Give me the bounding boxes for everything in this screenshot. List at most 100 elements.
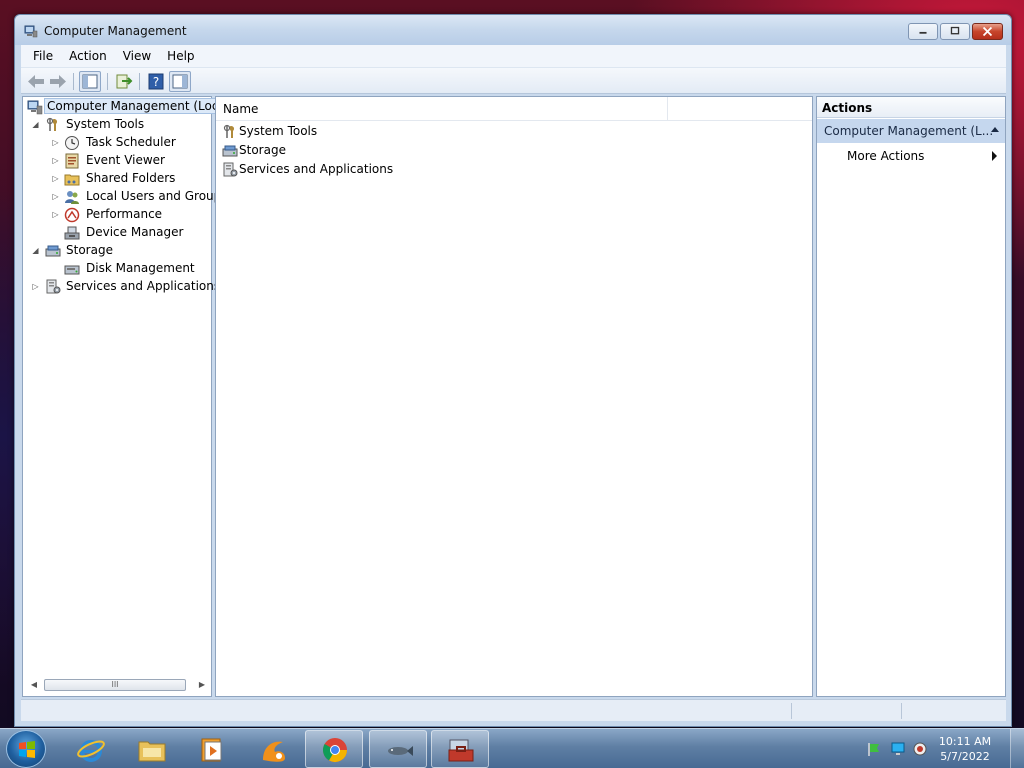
list-item-label: System Tools xyxy=(239,124,318,138)
results-pane[interactable]: Name System Tools Storage Services and A… xyxy=(215,96,813,697)
help-icon: ? xyxy=(148,73,164,90)
taskbar-internet-explorer[interactable] xyxy=(61,730,119,768)
scroll-thumb[interactable]: III xyxy=(44,679,186,691)
toolbar-separator xyxy=(73,73,74,90)
tree-item-local-users-and-groups[interactable]: ▷ Local Users and Groups xyxy=(23,188,228,206)
more-actions-label: More Actions xyxy=(847,149,925,163)
list-item[interactable]: Storage xyxy=(222,142,422,160)
list-item[interactable]: Services and Applications xyxy=(222,161,422,179)
close-button[interactable] xyxy=(972,23,1003,40)
shared-folder-icon xyxy=(64,174,80,186)
show-hide-console-tree-icon xyxy=(82,74,98,89)
actions-header: Actions xyxy=(817,97,1005,118)
collapse-up-icon[interactable] xyxy=(989,124,1001,136)
show-desktop-button[interactable] xyxy=(1010,729,1024,768)
forward-button[interactable] xyxy=(47,71,69,92)
fish-app-icon xyxy=(388,746,413,756)
close-icon xyxy=(982,26,993,37)
menu-file[interactable]: File xyxy=(25,49,61,63)
expand-arrow-icon[interactable]: ▷ xyxy=(51,156,60,165)
taskbar-fish-app[interactable] xyxy=(369,730,427,768)
tree-item-performance[interactable]: ▷ Performance xyxy=(23,206,211,224)
list-item-label: Services and Applications xyxy=(239,162,394,176)
menu-view[interactable]: View xyxy=(115,49,159,63)
list-item[interactable]: System Tools xyxy=(222,123,422,141)
back-button[interactable] xyxy=(25,71,47,92)
taskbar: 10:11 AM 5/7/2022 xyxy=(0,728,1024,768)
tree-label: Event Viewer xyxy=(86,153,165,167)
taskbar-uc-browser[interactable] xyxy=(244,730,302,768)
collapse-arrow-icon[interactable]: ◢ xyxy=(31,246,40,255)
maximize-button[interactable] xyxy=(940,23,970,40)
services-icon xyxy=(223,162,238,177)
tree-label: Performance xyxy=(86,207,163,221)
taskbar-windows-explorer[interactable] xyxy=(122,730,180,768)
title-bar[interactable]: Computer Management xyxy=(15,15,1011,45)
minimize-button[interactable] xyxy=(908,23,938,40)
column-name-header[interactable]: Name xyxy=(223,102,258,116)
toolbar-separator xyxy=(139,73,140,90)
clock[interactable]: 10:11 AM 5/7/2022 xyxy=(932,734,998,764)
tree-item-storage[interactable]: ◢ Storage xyxy=(23,242,211,260)
clock-date: 5/7/2022 xyxy=(940,750,990,763)
tree-label: Local Users and Groups xyxy=(86,189,228,203)
network-icon[interactable] xyxy=(890,741,906,757)
taskbar-chrome[interactable] xyxy=(305,730,363,768)
show-hide-console-tree-button[interactable] xyxy=(79,71,101,92)
tree-item-shared-folders[interactable]: ▷ Shared Folders xyxy=(23,170,211,188)
start-button[interactable] xyxy=(6,730,46,768)
tree-item-task-scheduler[interactable]: ▷ Task Scheduler xyxy=(23,134,211,152)
collapse-arrow-icon[interactable]: ◢ xyxy=(31,120,40,129)
device-manager-icon xyxy=(64,226,80,240)
export-list-icon xyxy=(116,74,133,89)
services-icon xyxy=(46,279,61,294)
internet-explorer-icon xyxy=(77,740,105,762)
tree-label: Device Manager xyxy=(86,225,184,239)
help-button[interactable]: ? xyxy=(145,71,167,92)
minimize-icon xyxy=(919,31,927,34)
menu-help[interactable]: Help xyxy=(159,49,202,63)
tree-label: Disk Management xyxy=(86,261,195,275)
svg-text:?: ? xyxy=(153,75,159,89)
expand-arrow-icon[interactable]: ▷ xyxy=(51,210,60,219)
computer-management-icon xyxy=(24,25,38,38)
tree-label: Services and Applications xyxy=(66,279,221,293)
expand-arrow-icon[interactable]: ▷ xyxy=(51,174,60,183)
tree-item-disk-management[interactable]: Disk Management xyxy=(23,260,211,278)
tree-label: Computer Management (Local xyxy=(44,98,233,114)
tree-horizontal-scrollbar[interactable]: ◀ III ▶ xyxy=(26,677,210,693)
more-actions-item[interactable]: More Actions xyxy=(817,147,1005,167)
tree-item-device-manager[interactable]: Device Manager xyxy=(23,224,211,242)
expand-arrow-icon[interactable]: ▷ xyxy=(51,192,60,201)
menu-action[interactable]: Action xyxy=(61,49,115,63)
system-tray: 10:11 AM 5/7/2022 xyxy=(854,729,1024,768)
volume-icon[interactable] xyxy=(912,741,928,757)
actions-group-computer-management[interactable]: Computer Management (L... xyxy=(817,119,1005,143)
tree-item-system-tools[interactable]: ◢ System Tools xyxy=(23,116,211,134)
toolbar: ? xyxy=(21,67,1006,94)
status-bar xyxy=(21,699,1006,721)
event-viewer-icon xyxy=(65,153,79,169)
expand-arrow-icon[interactable]: ▷ xyxy=(31,282,40,291)
taskbar-computer-management[interactable] xyxy=(431,730,489,768)
storage-icon xyxy=(45,245,61,257)
show-hide-action-pane-button[interactable] xyxy=(169,71,191,92)
tree-item-computer-management[interactable]: Computer Management (Local xyxy=(23,98,233,116)
performance-icon xyxy=(64,207,80,223)
list-item-label: Storage xyxy=(239,143,286,157)
tree-item-services-and-applications[interactable]: ▷ Services and Applications xyxy=(23,278,220,296)
action-center-flag-icon[interactable] xyxy=(866,741,882,757)
scroll-right-arrow-icon[interactable]: ▶ xyxy=(194,677,210,693)
console-tree-pane[interactable]: Computer Management (Local ◢ System Tool… xyxy=(22,96,233,697)
computer-management-window: Computer Management File Action View Hel… xyxy=(14,14,1012,727)
export-list-button[interactable] xyxy=(113,71,135,92)
expand-arrow-icon[interactable]: ▷ xyxy=(51,138,60,147)
column-divider[interactable] xyxy=(667,97,668,120)
system-tools-icon xyxy=(46,117,58,131)
window-title: Computer Management xyxy=(44,24,187,38)
system-tools-icon xyxy=(223,124,235,138)
scroll-left-arrow-icon[interactable]: ◀ xyxy=(26,677,42,693)
toolbar-separator xyxy=(107,73,108,90)
tree-item-event-viewer[interactable]: ▷ Event Viewer xyxy=(23,152,211,170)
taskbar-media-player[interactable] xyxy=(183,730,241,768)
